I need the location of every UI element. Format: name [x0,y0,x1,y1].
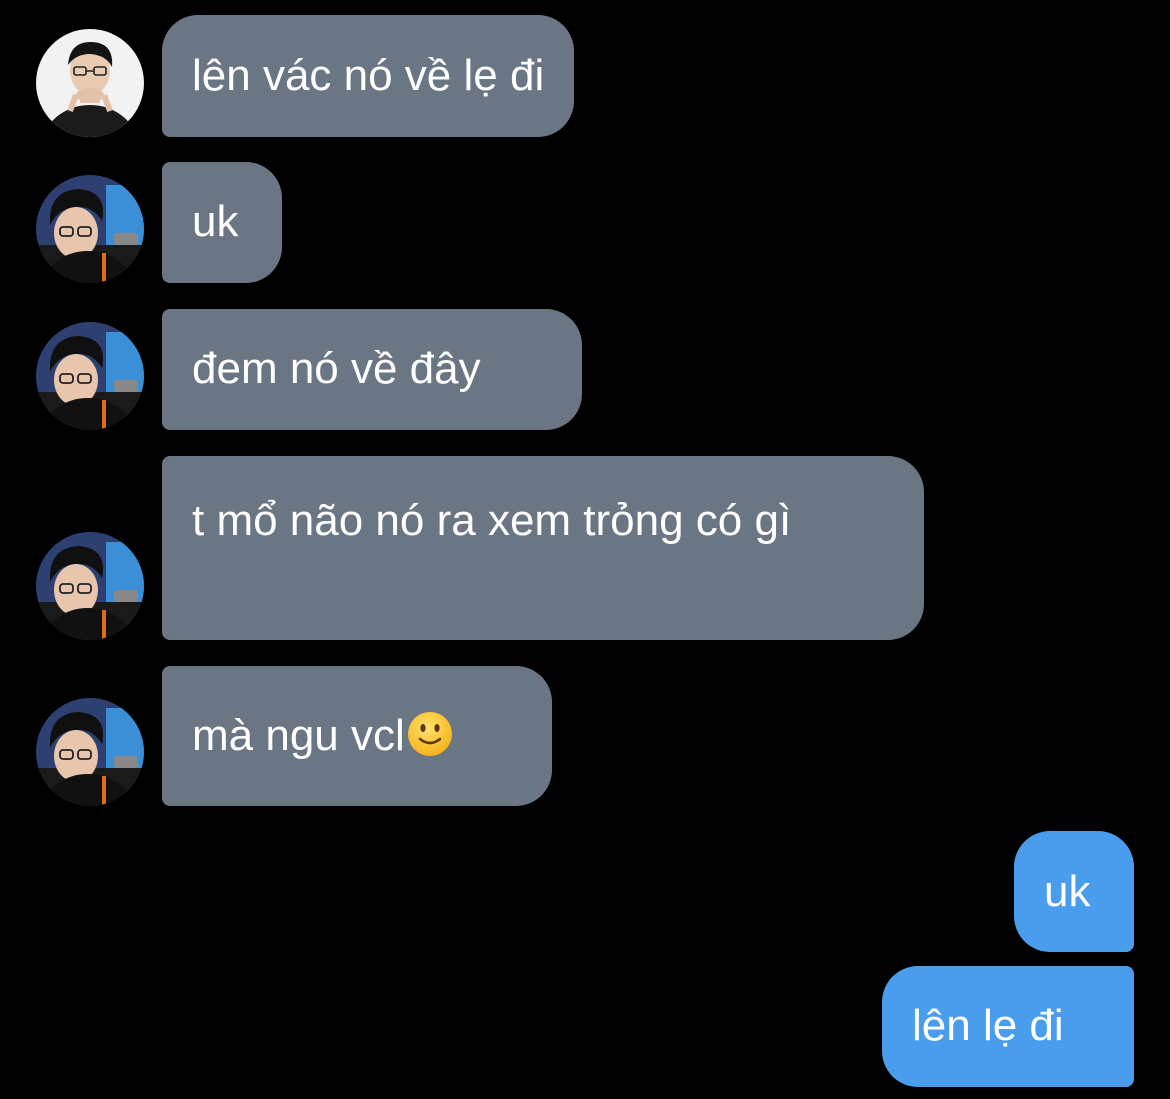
contact-avatar[interactable] [36,532,144,640]
message-bubble-incoming[interactable]: lên vác nó về lẹ đi [162,15,575,137]
message-bubble-incoming[interactable]: t mổ não nó ra xem trỏng có gì [162,456,924,640]
person-glasses-icon [36,698,144,806]
message-thread: lên vác nó về lẹ đi uk đem nó về đây t m… [0,0,1170,1099]
message-text: đem nó về đây [192,344,481,393]
message-text: t mổ não nó ra xem trỏng có gì [192,496,792,545]
message-text: lên lẹ đi [912,1001,1064,1050]
person-white-shirt-icon [36,29,144,137]
contact-avatar[interactable] [36,322,144,430]
message-bubble-outgoing[interactable]: uk [1014,831,1134,952]
message-bubble-outgoing[interactable]: lên lẹ đi [882,966,1134,1087]
contact-avatar[interactable] [36,698,144,806]
person-glasses-icon [36,322,144,430]
slightly-smiling-face-icon [407,712,452,756]
person-glasses-icon [36,532,144,640]
contact-avatar[interactable] [36,175,144,283]
message-bubble-incoming[interactable]: đem nó về đây [162,309,582,430]
person-glasses-icon [36,175,144,283]
message-text: uk [1044,867,1091,916]
message-text: mà ngu vcl [192,711,405,760]
message-bubble-incoming[interactable]: mà ngu vcl [162,666,552,806]
message-text: uk [192,197,239,246]
message-text: lên vác nó về lẹ đi [192,51,545,100]
contact-avatar[interactable] [36,29,144,137]
message-bubble-incoming[interactable]: uk [162,162,282,283]
